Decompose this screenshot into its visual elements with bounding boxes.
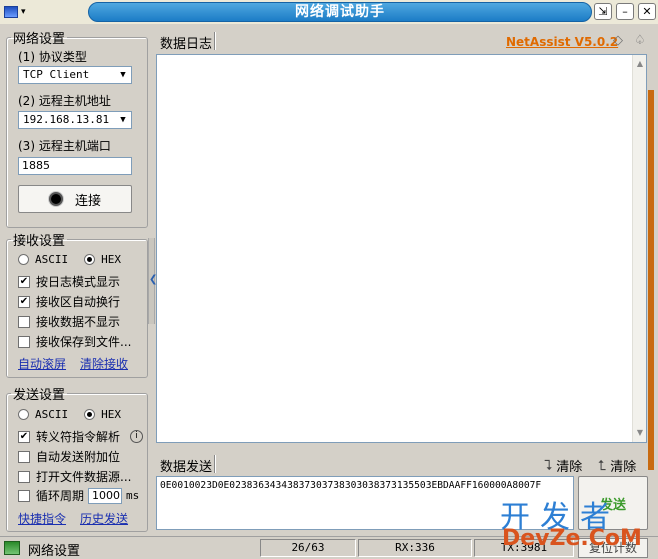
scroll-up-icon[interactable]: ▲ xyxy=(633,57,647,71)
receive-settings-title: 接收设置 xyxy=(13,234,66,249)
hide-data-label: 接收数据不显示 xyxy=(36,315,121,329)
checkbox[interactable] xyxy=(18,335,30,348)
info-icon[interactable]: i xyxy=(130,430,144,443)
log-mode-option[interactable]: ✔ 按日志模式显示 xyxy=(18,273,120,290)
status-progress: 26/63 xyxy=(260,539,356,557)
protocol-label: (1) 协议类型 xyxy=(18,50,87,64)
loop-unit: ms xyxy=(126,489,140,502)
checkbox[interactable] xyxy=(18,315,30,328)
watermark-en: DevZe.CoM xyxy=(502,526,642,551)
clear-send-label: 清除 xyxy=(610,460,637,475)
append-check-option[interactable]: 自动发送附加位 xyxy=(18,448,120,465)
checkbox[interactable] xyxy=(18,470,30,483)
file-source-option[interactable]: 打开文件数据源... xyxy=(18,468,131,485)
connect-label: 连接 xyxy=(74,193,101,209)
system-menu[interactable]: ▾ xyxy=(4,3,40,20)
tab-divider xyxy=(214,455,216,473)
app-icon xyxy=(4,5,18,18)
network-settings-title: 网络设置 xyxy=(13,32,66,47)
checkbox-checked[interactable]: ✔ xyxy=(18,430,30,443)
status-label: 网络设置 xyxy=(28,544,81,559)
chevron-down-icon: ▾ xyxy=(21,6,26,17)
escape-option[interactable]: ✔ 转义符指令解析 i xyxy=(18,428,144,445)
collapse-splitter[interactable]: ❮ xyxy=(148,238,157,324)
auto-wrap-option[interactable]: ✔ 接收区自动换行 xyxy=(18,293,120,310)
clear-send-button[interactable]: ⮤ 清除 xyxy=(598,456,637,476)
chevron-down-icon[interactable]: ▼ xyxy=(116,113,130,127)
autoscroll-link[interactable]: 自动滚屏 xyxy=(18,355,66,372)
network-icon xyxy=(4,541,20,555)
send-mode-row: ASCII HEX xyxy=(18,408,131,421)
connect-button[interactable]: 连接 xyxy=(18,185,132,213)
side-accent-strip xyxy=(648,90,654,470)
window-title: 网络调试助手 xyxy=(88,2,592,22)
title-bar: ▾ 网络调试助手 ⇲ – ✕ xyxy=(0,0,658,24)
auto-wrap-label: 接收区自动换行 xyxy=(36,295,121,309)
send-ascii-radio[interactable] xyxy=(18,409,29,420)
chevron-down-icon[interactable]: ▼ xyxy=(116,68,130,82)
save-file-label: 接收保存到文件... xyxy=(36,335,132,349)
data-log-area[interactable]: ▲ ▼ xyxy=(156,54,647,443)
host-select[interactable]: 192.168.13.81 ▼ xyxy=(18,111,132,129)
checkbox[interactable] xyxy=(18,450,30,463)
clear-receive-link[interactable]: 清除接收 xyxy=(80,355,128,372)
send-ascii-label: ASCII xyxy=(35,408,69,421)
loop-option[interactable]: 循环周期 1000 ms xyxy=(18,487,139,504)
settings-pane: 网络设置 (1) 协议类型 TCP Client ▼ (2) 远程主机地址 19… xyxy=(0,24,156,534)
save-file-option[interactable]: 接收保存到文件... xyxy=(18,333,131,350)
host-label: (2) 远程主机地址 xyxy=(18,94,111,108)
loop-label: 循环周期 xyxy=(36,489,85,503)
protocol-value: TCP Client xyxy=(23,68,90,81)
receive-hex-label: HEX xyxy=(101,253,121,266)
port-label: (3) 远程主机端口 xyxy=(18,139,111,153)
status-rx: RX:336 xyxy=(358,539,472,557)
restore-icon[interactable]: ⇲ xyxy=(594,3,612,20)
arrow-down-left-icon: ⮧ xyxy=(544,457,553,474)
escape-label: 转义符指令解析 xyxy=(36,430,121,444)
send-payload[interactable]: 0E0010023D0E0238363434383730373830303837… xyxy=(160,480,541,491)
protocol-select[interactable]: TCP Client ▼ xyxy=(18,66,132,84)
diamond-icon[interactable]: ◇ xyxy=(610,34,626,48)
hide-data-option[interactable]: 接收数据不显示 xyxy=(18,313,120,330)
send-tab: 数据发送 xyxy=(160,460,213,475)
receive-ascii-label: ASCII xyxy=(35,253,69,266)
checkbox-checked[interactable]: ✔ xyxy=(18,275,30,288)
send-hex-radio[interactable] xyxy=(84,409,96,420)
append-check-label: 自动发送附加位 xyxy=(36,450,121,464)
clear-log-label: 清除 xyxy=(556,460,583,475)
receive-hex-radio[interactable] xyxy=(84,254,96,265)
chevron-left-icon[interactable]: ❮ xyxy=(149,274,157,285)
send-hex-label: HEX xyxy=(101,408,121,421)
close-icon[interactable]: ✕ xyxy=(638,3,656,20)
log-mode-label: 按日志模式显示 xyxy=(36,275,121,289)
minimize-icon[interactable]: – xyxy=(616,3,634,20)
send-history-link[interactable]: 历史发送 xyxy=(80,510,128,527)
bell-icon[interactable]: ♤ xyxy=(632,34,648,48)
log-tab: 数据日志 xyxy=(160,37,213,52)
checkbox-checked[interactable]: ✔ xyxy=(18,295,30,308)
arrow-up-left-icon: ⮤ xyxy=(598,457,607,474)
checkbox[interactable] xyxy=(18,489,30,502)
shortcut-commands-link[interactable]: 快捷指令 xyxy=(18,510,66,527)
host-value: 192.168.13.81 xyxy=(23,113,110,126)
receive-ascii-radio[interactable] xyxy=(18,254,29,265)
port-input[interactable]: 1885 xyxy=(18,157,132,175)
log-scrollbar[interactable]: ▲ ▼ xyxy=(632,55,646,442)
file-source-label: 打开文件数据源... xyxy=(36,470,132,484)
scroll-down-icon[interactable]: ▼ xyxy=(633,426,647,440)
send-settings-title: 发送设置 xyxy=(13,388,66,403)
watermark: 开发者 DevZe.CoM xyxy=(500,492,656,554)
receive-mode-row: ASCII HEX xyxy=(18,253,131,266)
clear-log-button[interactable]: ⮧ 清除 xyxy=(544,456,583,476)
loop-period-input[interactable]: 1000 xyxy=(88,487,123,504)
record-icon xyxy=(48,192,63,206)
tab-divider xyxy=(214,32,216,50)
brand-link[interactable]: NetAssist V5.0.2 xyxy=(506,35,618,49)
